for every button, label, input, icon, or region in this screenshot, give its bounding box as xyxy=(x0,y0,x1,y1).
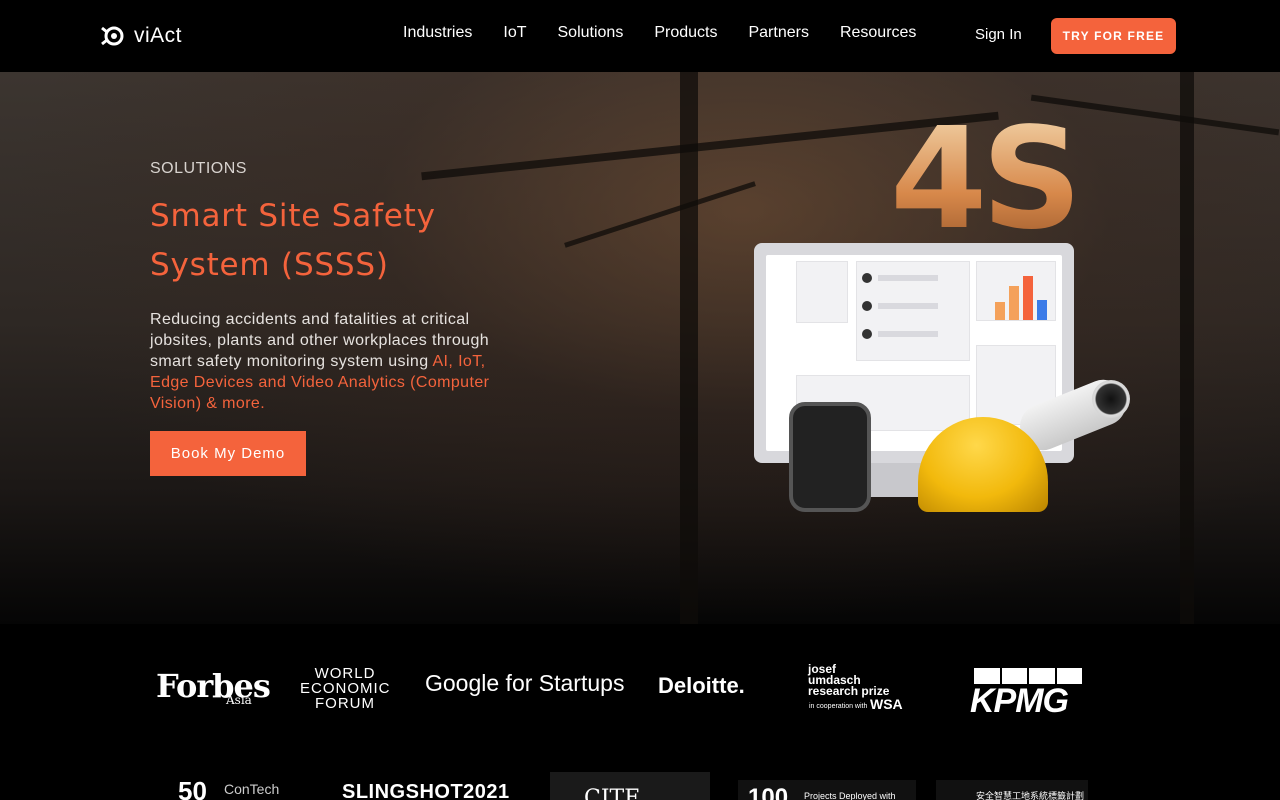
partner-logos: Forbes Asia WORLD ECONOMIC FORUM Google … xyxy=(0,624,1280,800)
wsa-logo: WSA xyxy=(870,696,903,712)
hero-title: Smart Site Safety System (SSSS) xyxy=(150,192,510,290)
dashboard-dot xyxy=(862,273,872,283)
nav-solutions[interactable]: Solutions xyxy=(558,24,624,42)
crane-silhouette xyxy=(680,72,698,624)
try-for-free-button[interactable]: TRY FOR FREE xyxy=(1051,18,1176,54)
logo-mark-icon xyxy=(101,26,124,46)
wef-logo: WORLD ECONOMIC FORUM xyxy=(300,666,390,711)
dashboard-row xyxy=(878,331,938,337)
chart-bar xyxy=(995,302,1005,320)
nav-iot[interactable]: IoT xyxy=(503,24,526,42)
hero-text: SOLUTIONS Smart Site Safety System (SSSS… xyxy=(150,160,510,414)
main-nav: Industries IoT Solutions Products Partne… xyxy=(403,24,947,42)
dashboard-row xyxy=(878,275,938,281)
chart-bar xyxy=(1023,276,1033,320)
hero-title-line1: Smart Site Safety xyxy=(150,198,436,234)
hero-section: SOLUTIONS Smart Site Safety System (SSSS… xyxy=(0,72,1280,624)
dashboard-panel xyxy=(796,261,848,323)
cite-logo: CITE xyxy=(584,786,641,800)
josef-umdasch-logo: josef umdasch research prize xyxy=(808,663,889,697)
4s-graphic-text: 4S xyxy=(890,98,1082,261)
logo-text: viAct xyxy=(134,24,183,47)
hero-description: Reducing accidents and fatalities at cri… xyxy=(150,309,500,414)
wef-line: WORLD xyxy=(314,665,376,682)
wef-line: ECONOMIC xyxy=(300,680,391,697)
camera-lens xyxy=(1092,380,1130,418)
nav-industries[interactable]: Industries xyxy=(403,24,472,42)
deloitte-logo: Deloitte. xyxy=(658,673,745,698)
forbes-asia-label: Asia xyxy=(226,693,252,707)
dashboard-dot xyxy=(862,301,872,311)
smartwatch xyxy=(789,402,871,512)
cn-scheme-label: 安全智慧工地系統標籤計劃 xyxy=(976,792,1085,800)
chart-bar xyxy=(1037,300,1047,320)
nav-resources[interactable]: Resources xyxy=(840,24,916,42)
dashboard-dot xyxy=(862,329,872,339)
kpmg-logo: KPMG xyxy=(970,682,1069,720)
crane-jib xyxy=(564,181,756,248)
wef-line: FORUM xyxy=(315,695,375,712)
nav-products[interactable]: Products xyxy=(654,24,717,42)
josef-cooperation-label: in cooperation with xyxy=(809,703,868,710)
section-kicker: SOLUTIONS xyxy=(150,160,247,177)
logo[interactable]: viAct xyxy=(100,22,182,50)
book-demo-button[interactable]: Book My Demo xyxy=(150,431,306,476)
chart-bar xyxy=(1009,286,1019,320)
crane-silhouette xyxy=(1180,72,1194,624)
top50-logo: 50 xyxy=(178,776,207,800)
nav-partners[interactable]: Partners xyxy=(748,24,808,42)
forbes-logo: Forbes xyxy=(156,667,271,705)
contech-logo: ConTech xyxy=(224,781,280,797)
site-header: viAct Industries IoT Solutions Products … xyxy=(0,0,1280,72)
projects-count: 100 xyxy=(748,784,789,800)
projects-label: Projects Deployed with xyxy=(804,791,896,800)
slingshot-logo: SLINGSHOT2021 xyxy=(342,781,510,800)
hero-title-line2: System (SSSS) xyxy=(150,247,389,283)
sign-in-link[interactable]: Sign In xyxy=(975,26,1022,43)
dashboard-row xyxy=(878,303,938,309)
dashboard-chart-panel xyxy=(976,261,1056,321)
google-for-startups-logo: Google for Startups xyxy=(425,670,625,696)
